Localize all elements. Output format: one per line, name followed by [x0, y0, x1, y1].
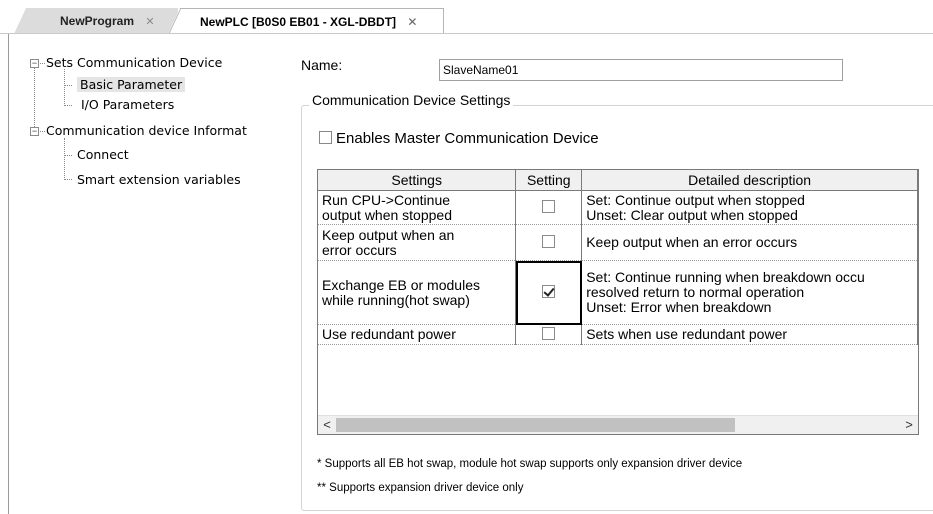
horizontal-scrollbar[interactable]: < > [318, 415, 918, 434]
setting-name-line: Use redundant power [322, 326, 456, 342]
footnote-1: * Supports all EB hot swap, module hot s… [317, 458, 743, 470]
tree-node-label: Sets Communication Device [46, 55, 223, 70]
tree-node-label: I/O Parameters [81, 97, 175, 112]
table-row: Exchange EB or modules while running(hot… [318, 260, 918, 325]
tree-node-basic-parameter[interactable]: Basic Parameter [77, 76, 186, 94]
tree-connector [34, 68, 35, 127]
close-icon[interactable]: ✕ [145, 9, 154, 34]
setting-checkbox[interactable] [542, 199, 556, 213]
description-line: resolved return to normal operation [586, 284, 805, 300]
setting-name-cell: Run CPU->Continue output when stopped [318, 190, 517, 225]
description-line: Keep output when an error occurs [586, 234, 798, 250]
setting-checkbox-cell[interactable] [515, 324, 583, 345]
setting-checkbox-cell[interactable] [515, 190, 583, 225]
tree-connector [40, 131, 45, 132]
table-row: Use redundant power Sets when use redund… [318, 324, 918, 345]
tree-connector [65, 105, 72, 106]
tree-connector [65, 179, 72, 180]
setting-name-cell: Exchange EB or modules while running(hot… [318, 260, 517, 325]
collapse-icon[interactable]: − [30, 59, 39, 68]
tab-newplc[interactable]: NewPLC [B0S0 EB01 - XGL-DBDT] ✕ [168, 8, 444, 34]
tree-node-communication-device-information[interactable]: Communication device Informat [46, 122, 247, 140]
settings-panel: Name: SlaveName01 Communication Device S… [289, 34, 933, 514]
setting-name-line: Run CPU->Continue [322, 191, 451, 208]
tab-label: NewPLC [B0S0 EB01 - XGL-DBDT] [200, 15, 397, 29]
description-line: Unset: Error when breakdown [586, 299, 772, 315]
setting-name-line: output when stopped [322, 206, 452, 223]
setting-name-cell: Use redundant power [318, 324, 517, 345]
tree-connector [64, 69, 65, 106]
tree-panel: − Sets Communication Device Basic Parame… [8, 34, 290, 514]
collapse-icon[interactable]: − [30, 127, 39, 136]
description-line: Set: Continue output when stopped [586, 191, 805, 208]
description-line: Sets when use redundant power [586, 326, 788, 342]
name-label: Name: [301, 57, 343, 73]
group-title: Communication Device Settings [309, 92, 514, 108]
name-input[interactable]: SlaveName01 [439, 59, 843, 81]
settings-grid: Settings Setting Detailed description Ru… [317, 169, 919, 435]
enable-master-label: Enables Master Communication Device [336, 130, 599, 147]
scroll-left-arrow-icon[interactable]: < [318, 416, 336, 434]
tree-node-label: Smart extension variables [77, 172, 241, 187]
setting-name-cell: Keep output when an error occurs [318, 224, 517, 261]
enable-master-checkbox[interactable] [319, 131, 332, 144]
tree-node-smart-extension-variables[interactable]: Smart extension variables [77, 171, 241, 189]
enable-master-row[interactable]: Enables Master Communication Device [319, 130, 599, 147]
column-header-settings[interactable]: Settings [318, 170, 517, 191]
setting-name-line: Keep output when an [322, 226, 455, 243]
tree-node-label: Basic Parameter [77, 77, 186, 92]
close-icon[interactable]: ✕ [407, 9, 417, 34]
setting-name-line: error occurs [322, 241, 397, 258]
tree-node-label: Communication device Informat [46, 123, 247, 138]
setting-name-line: Exchange EB or modules [322, 276, 480, 293]
tab-strip: NewProgram ✕ NewPLC [B0S0 EB01 - XGL-DBD… [0, 0, 933, 34]
tree-connector [40, 63, 45, 64]
tree-connector [65, 155, 72, 156]
setting-checkbox[interactable] [542, 284, 556, 298]
tree-node-label: Connect [77, 147, 129, 162]
scrollbar-thumb[interactable] [336, 418, 735, 432]
column-header-setting[interactable]: Setting [515, 170, 583, 191]
tree-node-connect[interactable]: Connect [77, 146, 129, 164]
setting-checkbox-cell[interactable] [515, 260, 583, 325]
table-row: Run CPU->Continue output when stopped Se… [318, 190, 918, 225]
tab-newprogram[interactable]: NewProgram ✕ [14, 8, 178, 34]
tab-label: NewProgram [60, 14, 135, 28]
tree-node-io-parameters[interactable]: I/O Parameters [81, 96, 174, 114]
footnote-2: ** Supports expansion driver device only [317, 482, 524, 494]
description-cell: Keep output when an error occurs [581, 224, 918, 261]
description-cell: Set: Continue running when breakdown occ… [581, 260, 918, 325]
setting-checkbox[interactable] [542, 326, 556, 340]
description-cell: Set: Continue output when stopped Unset:… [581, 190, 918, 225]
setting-name-line: while running(hot swap) [322, 291, 470, 308]
table-row: Keep output when an error occurs Keep ou… [318, 224, 918, 261]
tree-node-sets-communication-device[interactable]: Sets Communication Device [46, 54, 222, 72]
description-cell: Sets when use redundant power [581, 324, 918, 345]
scroll-right-arrow-icon[interactable]: > [900, 416, 918, 434]
tree-connector [64, 138, 65, 180]
setting-checkbox-cell[interactable] [515, 224, 583, 261]
description-line: Set: Continue running when breakdown occ… [586, 269, 865, 285]
setting-checkbox[interactable] [542, 234, 556, 248]
description-line: Unset: Clear output when stopped [586, 206, 798, 223]
tree-connector [65, 85, 72, 86]
column-header-description[interactable]: Detailed description [581, 170, 918, 191]
